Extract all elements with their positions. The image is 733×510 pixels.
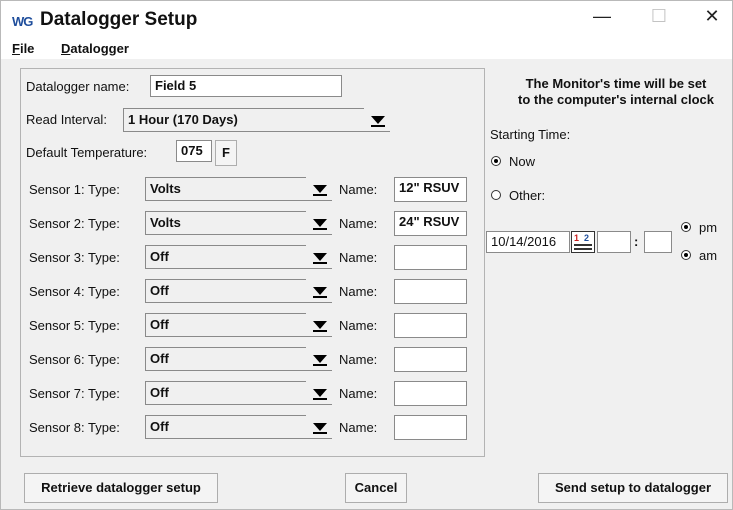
radio-other-indicator xyxy=(491,190,501,200)
read-interval-dropdown-arrow-icon[interactable] xyxy=(364,108,390,132)
sensor-type-select[interactable]: Off xyxy=(145,313,306,337)
sensor-type-dropdown-arrow-icon[interactable] xyxy=(306,279,332,303)
starting-time-label: Starting Time: xyxy=(490,127,571,142)
sensor-name-label: Name: xyxy=(339,216,378,231)
cancel-button[interactable]: Cancel xyxy=(345,473,407,503)
send-setup-button[interactable]: Send setup to datalogger xyxy=(538,473,728,503)
read-interval-label: Read Interval: xyxy=(26,112,107,127)
sensor-type-label: Sensor 5: Type: xyxy=(29,318,120,333)
sensor-name-label: Name: xyxy=(339,284,378,299)
pm-radio-indicator xyxy=(681,222,691,232)
sensor-type-select[interactable]: Volts xyxy=(145,177,306,201)
am-radio[interactable]: am xyxy=(681,248,717,263)
am-radio-indicator xyxy=(681,250,691,260)
sensor-type-label: Sensor 2: Type: xyxy=(29,216,120,231)
default-temperature-input[interactable]: 075 xyxy=(176,140,212,162)
sensor-name-input[interactable] xyxy=(394,381,467,406)
start-other-radio[interactable]: Other: xyxy=(491,188,545,203)
maximize-button[interactable]: ☐ xyxy=(636,1,682,33)
temperature-unit-button[interactable]: F xyxy=(215,140,237,166)
sensor-type-dropdown-arrow-icon[interactable] xyxy=(306,381,332,405)
am-label: am xyxy=(699,248,718,263)
clock-info-text: The Monitor's time will be set to the co… xyxy=(511,76,721,108)
sensor-type-select[interactable]: Off xyxy=(145,381,306,405)
sensor-type-dropdown-arrow-icon[interactable] xyxy=(306,347,332,371)
datalogger-setup-window: WG Datalogger Setup — ☐ ✕ File Datalogge… xyxy=(0,0,733,510)
sensor-type-select[interactable]: Off xyxy=(145,279,306,303)
start-hour-input[interactable] xyxy=(597,231,631,253)
menu-datalogger[interactable]: Datalogger xyxy=(61,41,129,56)
clock-info-line-1: The Monitor's time will be set xyxy=(525,76,707,91)
pm-radio[interactable]: pm xyxy=(681,220,717,235)
pm-label: pm xyxy=(699,220,718,235)
start-now-radio[interactable]: Now xyxy=(491,154,535,169)
setup-group-box: Datalogger name: Field 5 Read Interval: … xyxy=(20,68,485,457)
sensor-type-label: Sensor 1: Type: xyxy=(29,182,120,197)
sensor-type-label: Sensor 4: Type: xyxy=(29,284,120,299)
window-title: Datalogger Setup xyxy=(40,9,198,30)
sensor-name-input[interactable] xyxy=(394,279,467,304)
sensor-type-dropdown-arrow-icon[interactable] xyxy=(306,415,332,439)
sensor-name-label: Name: xyxy=(339,250,378,265)
sensor-type-label: Sensor 6: Type: xyxy=(29,352,120,367)
menu-file[interactable]: File xyxy=(12,41,34,56)
sensor-type-select[interactable]: Volts xyxy=(145,211,306,235)
datalogger-name-label: Datalogger name: xyxy=(26,79,130,94)
start-now-label: Now xyxy=(509,154,536,169)
calendar-icon[interactable]: 12 xyxy=(571,231,595,253)
sensor-name-label: Name: xyxy=(339,182,378,197)
sensor-type-label: Sensor 7: Type: xyxy=(29,386,120,401)
sensor-name-input[interactable] xyxy=(394,415,467,440)
radio-now-indicator xyxy=(491,156,501,166)
start-minute-input[interactable] xyxy=(644,231,672,253)
sensor-type-dropdown-arrow-icon[interactable] xyxy=(306,313,332,337)
sensor-name-label: Name: xyxy=(339,420,378,435)
retrieve-setup-button[interactable]: Retrieve datalogger setup xyxy=(24,473,218,503)
app-logo-icon: WG xyxy=(12,14,33,29)
sensor-type-label: Sensor 3: Type: xyxy=(29,250,120,265)
menu-bar: File Datalogger xyxy=(1,39,732,59)
sensor-type-dropdown-arrow-icon[interactable] xyxy=(306,177,332,201)
clock-info-line-2: to the computer's internal clock xyxy=(518,92,714,107)
start-date-input[interactable]: 10/14/2016 xyxy=(486,231,570,253)
default-temperature-label: Default Temperature: xyxy=(26,145,148,160)
sensor-name-label: Name: xyxy=(339,352,378,367)
sensor-name-input[interactable] xyxy=(394,245,467,270)
read-interval-select[interactable]: 1 Hour (170 Days) xyxy=(123,108,364,132)
sensor-name-input[interactable] xyxy=(394,313,467,338)
sensor-type-dropdown-arrow-icon[interactable] xyxy=(306,245,332,269)
sensor-type-dropdown-arrow-icon[interactable] xyxy=(306,211,332,235)
sensor-type-select[interactable]: Off xyxy=(145,245,306,269)
close-button[interactable]: ✕ xyxy=(689,1,733,33)
sensor-name-label: Name: xyxy=(339,318,378,333)
sensor-name-input[interactable] xyxy=(394,347,467,372)
title-bar[interactable]: WG Datalogger Setup — ☐ ✕ xyxy=(1,1,732,39)
start-other-label: Other: xyxy=(509,188,546,203)
sensor-name-input[interactable]: 24" RSUV xyxy=(394,211,467,236)
sensor-name-label: Name: xyxy=(339,386,378,401)
sensor-type-select[interactable]: Off xyxy=(145,347,306,371)
sensor-type-label: Sensor 8: Type: xyxy=(29,420,120,435)
sensor-name-input[interactable]: 12" RSUV xyxy=(394,177,467,202)
sensor-type-select[interactable]: Off xyxy=(145,415,306,439)
datalogger-name-input[interactable]: Field 5 xyxy=(150,75,342,97)
time-colon: : xyxy=(634,234,639,249)
minimize-button[interactable]: — xyxy=(579,1,625,33)
